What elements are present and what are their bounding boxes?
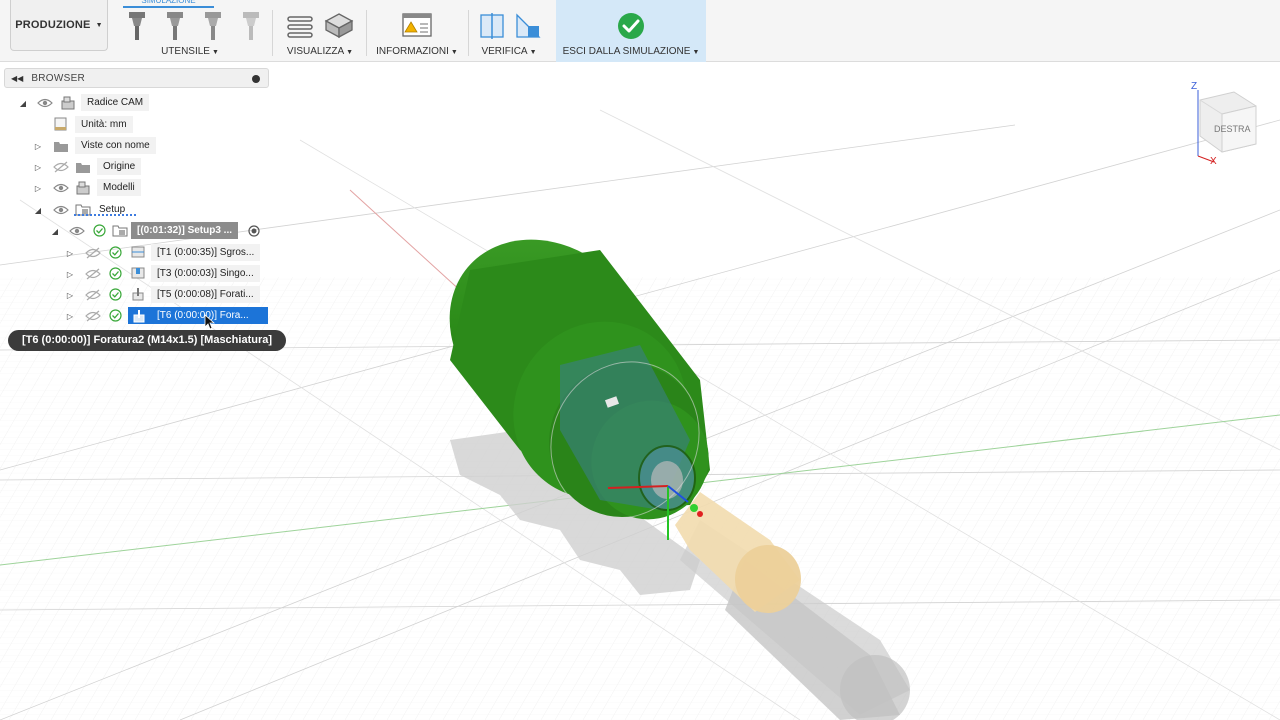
- tree-label-models: Modelli: [97, 179, 141, 196]
- expand-triangle-icon[interactable]: ▷: [65, 269, 75, 279]
- chevron-down-icon: ▼: [346, 49, 354, 56]
- tool-tap-icon: [205, 12, 221, 40]
- exit-simulation-button[interactable]: ESCI DALLA SIMULAZIONE ▼: [556, 0, 706, 62]
- tool-holder-icon: [243, 12, 259, 40]
- cam-root-icon: [61, 96, 75, 110]
- expand-triangle-icon[interactable]: ▷: [65, 248, 75, 258]
- chevron-down-icon: ▼: [529, 49, 537, 56]
- info-warning-icon: [402, 13, 432, 37]
- eye-hidden-icon[interactable]: [53, 161, 69, 173]
- stock-view-icon: [324, 13, 354, 39]
- expand-triangle-icon[interactable]: ▷: [65, 290, 75, 300]
- exit-simulation-label: ESCI DALLA SIMULAZIONE: [562, 46, 691, 57]
- collapse-triangle-icon[interactable]: ◢: [33, 205, 43, 215]
- collapse-triangle-icon[interactable]: ◢: [50, 226, 60, 236]
- expand-triangle-icon[interactable]: ▷: [33, 162, 43, 172]
- expand-triangle-icon[interactable]: ▷: [33, 183, 43, 193]
- check-icon: [93, 224, 106, 237]
- active-setup-icon[interactable]: [248, 225, 260, 237]
- workspace-label: PRODUZIONE: [15, 19, 91, 31]
- visualizza-label: VISUALIZZA: [286, 46, 345, 57]
- workspace-switcher[interactable]: PRODUZIONE ▼: [10, 0, 108, 51]
- folder-icon: [76, 163, 90, 173]
- expand-triangle-icon[interactable]: ▷: [33, 141, 43, 151]
- tree-label-op-t3: [T3 (0:00:03)] Singo...: [151, 265, 260, 282]
- browser-header[interactable]: ◀◀ BROWSER: [4, 68, 269, 88]
- single-groove-icon: [131, 267, 145, 279]
- operation-tooltip: [T6 (0:00:00)] Foratura2 (M14x1.5) [Masc…: [8, 330, 287, 351]
- chevron-down-icon: ▼: [450, 49, 458, 56]
- eye-hidden-icon[interactable]: [85, 268, 101, 280]
- tool-drill-icon: [129, 12, 145, 40]
- verifica-group[interactable]: VERIFICA ▼: [474, 0, 544, 62]
- viewcube[interactable]: DESTRA Z X: [1186, 78, 1266, 168]
- eye-icon[interactable]: [69, 225, 85, 237]
- utensile-label: UTENSILE: [161, 46, 210, 57]
- check-circle-icon: [618, 13, 644, 39]
- tool-endmill-icon: [167, 12, 183, 40]
- setup-icon: [112, 225, 128, 237]
- measure-icon: [516, 13, 541, 38]
- check-icon: [109, 309, 122, 322]
- viewport-canvas[interactable]: [0, 62, 1280, 720]
- tree-label-setup3: [(0:01:32)] Setup3 ...: [131, 222, 239, 239]
- tree-label-origin: Origine: [97, 158, 142, 175]
- eye-icon[interactable]: [53, 204, 69, 216]
- pin-icon[interactable]: [252, 75, 260, 83]
- mouse-cursor-icon: [204, 314, 216, 330]
- roughing-icon: [131, 246, 145, 258]
- expand-triangle-icon[interactable]: ◢: [18, 98, 28, 108]
- drilling-icon: [132, 288, 144, 301]
- display-list-icon: [287, 16, 313, 38]
- collapse-panel-icon[interactable]: ◀◀: [11, 74, 23, 83]
- toolbar-divider: [468, 10, 469, 56]
- setup-underline: [74, 214, 136, 216]
- expand-triangle-icon[interactable]: ▷: [65, 311, 75, 321]
- folder-icon: [54, 142, 68, 152]
- toolbar-divider: [272, 10, 273, 56]
- toolbar-divider: [366, 10, 367, 56]
- eye-hidden-icon[interactable]: [85, 289, 101, 301]
- chevron-down-icon: ▼: [692, 49, 700, 56]
- informazioni-group[interactable]: INFORMAZIONI ▼: [372, 0, 462, 62]
- viewcube-axis-z: Z: [1191, 81, 1197, 92]
- compare-icon: [480, 13, 504, 39]
- document-icon: [54, 117, 67, 131]
- tree-label-root: Radice CAM: [81, 94, 150, 111]
- tapping-icon: [133, 310, 145, 323]
- check-icon: [109, 267, 122, 280]
- tree-label-op-t1: [T1 (0:00:35)] Sgros...: [151, 244, 261, 261]
- eye-icon[interactable]: [53, 182, 69, 194]
- verifica-label: VERIFICA: [481, 46, 528, 57]
- viewcube-face-label: DESTRA: [1214, 124, 1251, 134]
- chevron-down-icon: ▼: [211, 49, 219, 56]
- informazioni-label: INFORMAZIONI: [376, 46, 449, 57]
- chevron-down-icon: ▼: [95, 21, 103, 29]
- eye-hidden-icon[interactable]: [85, 247, 101, 259]
- eye-hidden-icon[interactable]: [85, 310, 101, 322]
- tree-label-units: Unità: mm: [75, 116, 133, 133]
- toolbar: PRODUZIONE ▼ SIMULAZIONE UTENSILE ▼ VISU…: [0, 0, 1280, 62]
- check-icon: [109, 246, 122, 259]
- tree-label-op-t5: [T5 (0:00:08)] Forati...: [151, 286, 260, 303]
- check-icon: [109, 288, 122, 301]
- tree-label-named-views: Viste con nome: [75, 137, 156, 154]
- viewcube-axis-x: X: [1210, 156, 1217, 167]
- visualizza-group[interactable]: VISUALIZZA ▼: [278, 0, 362, 62]
- tree-label-op-t6: [T6 (0:00:00)] Fora...: [128, 307, 268, 324]
- utensile-group[interactable]: UTENSILE ▼: [118, 0, 266, 62]
- model-icon: [76, 181, 90, 195]
- browser-title: BROWSER: [31, 72, 86, 84]
- eye-icon[interactable]: [37, 97, 53, 109]
